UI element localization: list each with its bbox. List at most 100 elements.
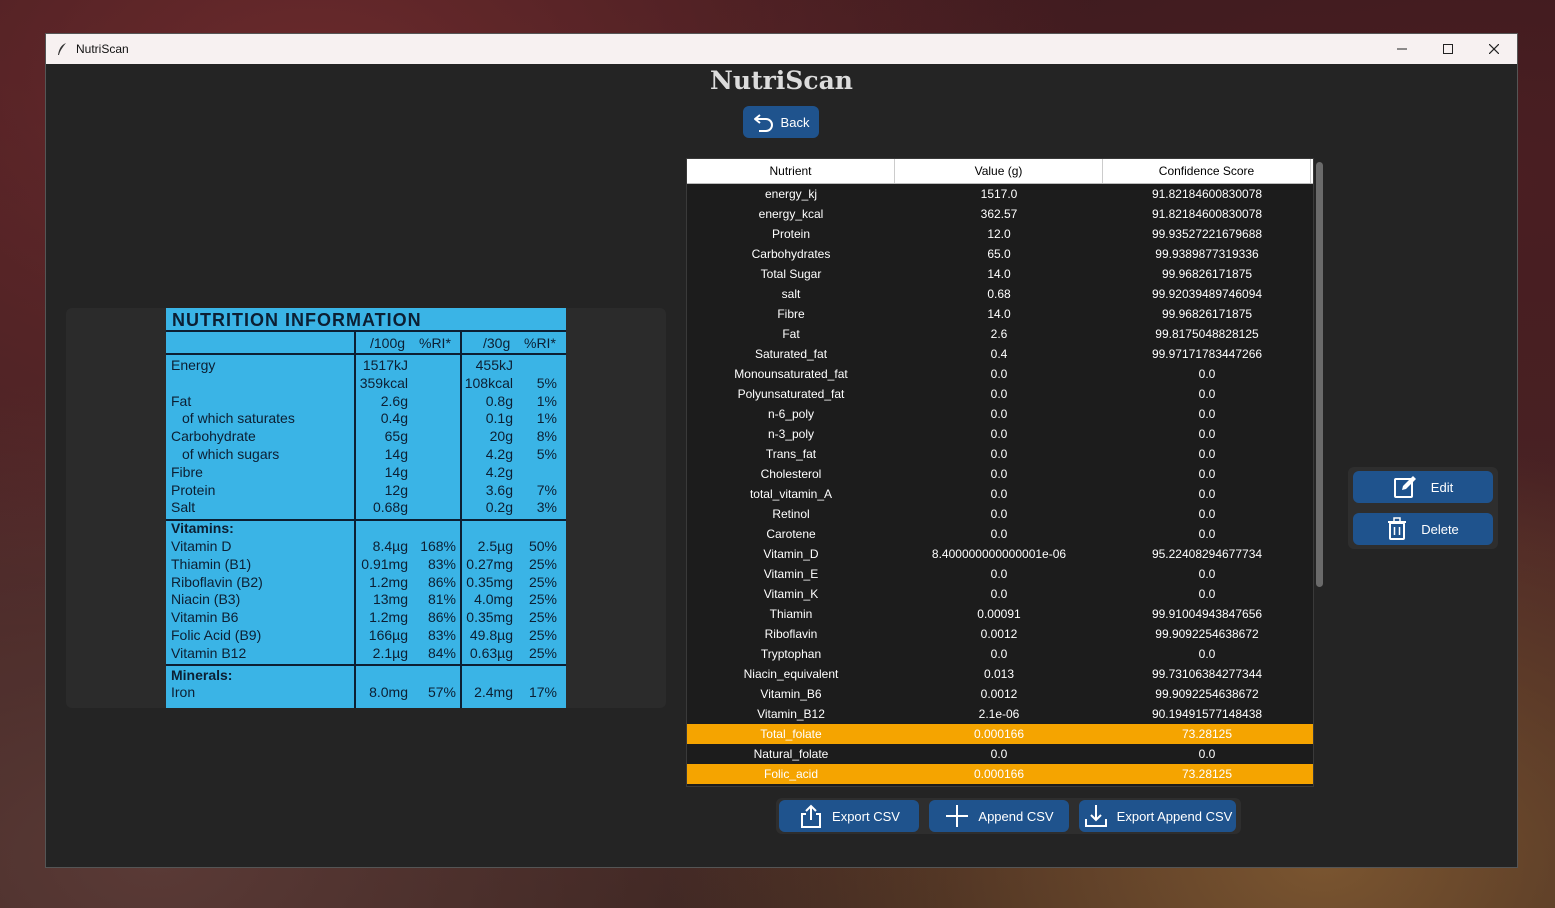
table-row[interactable]: Retinol 0.0 0.0 (687, 504, 1313, 524)
label-header-per100: /100g (370, 335, 406, 351)
cell-value: 14.0 (987, 267, 1011, 281)
label-header-ri100: %RI* (419, 335, 451, 351)
cell-confidence: 0.0 (1198, 527, 1216, 541)
label-per30: 0.8g (485, 392, 513, 409)
cell-nutrient: Vitamin_K (763, 587, 819, 601)
cell-confidence: 99.97171783447266 (1151, 347, 1263, 361)
table-row[interactable]: Folic_acid 0.000166 73.28125 (687, 764, 1313, 784)
cell-value: 0.0 (990, 527, 1008, 541)
label-per30: 0.35mg (466, 609, 513, 626)
export-append-csv-label: Export Append CSV (1116, 808, 1233, 824)
column-header-nutrient[interactable]: Nutrient (687, 159, 895, 183)
label-per100: 8.4µg (372, 538, 408, 554)
table-row[interactable]: Total_folate 0.000166 73.28125 (687, 724, 1313, 744)
table-row[interactable]: total_vitamin_A 0.0 0.0 (687, 484, 1313, 504)
cell-confidence: 99.96826171875 (1161, 307, 1253, 321)
table-row[interactable]: Natural_folate 0.0 0.0 (687, 744, 1313, 764)
maximize-button[interactable] (1425, 34, 1471, 64)
table-row[interactable]: Carotene 0.0 0.0 (687, 524, 1313, 544)
label-name: Iron (171, 684, 196, 701)
cell-value: 362.57 (980, 207, 1018, 221)
table-row[interactable]: salt 0.68 99.92039489746094 (687, 284, 1313, 304)
label-per30: 49.8µg (469, 627, 513, 643)
table-row[interactable]: Vitamin_D 8.400000000000001e-06 95.2240829… (687, 544, 1313, 564)
label-divider (166, 330, 566, 332)
label-name: of which saturates (182, 410, 295, 427)
table-row[interactable]: Tryptophan 0.0 0.0 (687, 644, 1313, 664)
label-per30: 3.6g (485, 481, 513, 498)
label-per100: 14g (384, 463, 408, 480)
table-row[interactable]: Fat 2.6 99.8175048828125 (687, 324, 1313, 344)
table-row[interactable]: Total Sugar 14.0 99.96826171875 (687, 264, 1313, 284)
label-name: Protein (171, 481, 216, 498)
label-name: of which sugars (182, 446, 280, 462)
cell-nutrient: total_vitamin_A (749, 487, 833, 501)
label-name: Niacin (B3) (171, 591, 241, 608)
title-bar[interactable]: NutriScan (46, 34, 1517, 64)
cell-nutrient: Total Sugar (760, 267, 822, 281)
nutrient-table[interactable]: Nutrient Value (g) Confidence Score ener… (686, 158, 1314, 787)
cell-nutrient: Folic_acid (763, 767, 819, 781)
nutrition-label-image: NUTRITION INFORMATION /100g %RI* /30g %R… (166, 308, 566, 708)
table-row[interactable]: Protein 12.0 99.93527221679688 (687, 224, 1313, 244)
table-row[interactable]: Carbohydrates 65.0 99.9389877319336 (687, 244, 1313, 264)
column-header-value[interactable]: Value (g) (895, 159, 1103, 183)
table-row[interactable]: Riboflavin 0.0012 99.9092254638672 (687, 624, 1313, 644)
table-row[interactable]: Fibre 14.0 99.96826171875 (687, 304, 1313, 324)
table-row[interactable]: Niacin_equivalent 0.013 99.73106384277344 (687, 664, 1313, 684)
cell-value: 0.000166 (973, 727, 1025, 741)
table-row[interactable]: Monounsaturated_fat 0.0 0.0 (687, 364, 1313, 384)
cell-nutrient: Polyunsaturated_fat (737, 387, 845, 401)
table-row[interactable]: Saturated_fat 0.4 99.97171783447266 (687, 344, 1313, 364)
cell-value: 14.0 (987, 307, 1011, 321)
table-row[interactable]: Trans_fat 0.0 0.0 (687, 444, 1313, 464)
back-button[interactable]: Back (743, 106, 819, 138)
table-row[interactable]: Vitamin_B6 0.0012 99.9092254638672 (687, 684, 1313, 704)
table-row[interactable]: Vitamin_K 0.0 0.0 (687, 584, 1313, 604)
label-name: Vitamin B6 (171, 609, 239, 626)
table-row[interactable]: n-6_poly 0.0 0.0 (687, 404, 1313, 424)
label-per30: 4.0mg (474, 591, 513, 608)
delete-button[interactable]: Delete (1353, 513, 1493, 545)
label-ri30: 25% (528, 591, 557, 608)
label-per100: 12g (384, 481, 408, 498)
append-csv-button[interactable]: Append CSV (929, 800, 1069, 832)
cell-value: 0.0012 (980, 687, 1018, 701)
cell-nutrient: Cholesterol (760, 467, 822, 481)
label-header-ri30: %RI* (524, 335, 556, 351)
cell-value: 0.0 (990, 487, 1008, 501)
cell-value: 2.6 (990, 327, 1008, 341)
cell-value: 0.0 (990, 387, 1008, 401)
edit-button[interactable]: Edit (1353, 471, 1493, 503)
table-row[interactable]: Vitamin_B12 2.1e-06 90.19491577148438 (687, 704, 1313, 724)
table-row[interactable]: Polyunsaturated_fat 0.0 0.0 (687, 384, 1313, 404)
cell-value: 0.00091 (977, 607, 1021, 621)
minimize-icon (1397, 48, 1407, 50)
cell-nutrient: Total_folate (760, 727, 822, 741)
export-append-csv-button[interactable]: Export Append CSV (1079, 800, 1236, 832)
minimize-button[interactable] (1379, 34, 1425, 64)
cell-confidence: 99.93527221679688 (1151, 227, 1263, 241)
edit-icon (1393, 476, 1416, 498)
table-row[interactable]: Cholesterol 0.0 0.0 (687, 464, 1313, 484)
cell-nutrient: Carbohydrates (751, 247, 831, 261)
table-row[interactable]: energy_kcal 362.57 91.82184600830078 (687, 204, 1313, 224)
label-per100: 1.2mg (369, 609, 408, 626)
scrollbar-thumb[interactable] (1316, 162, 1323, 587)
close-button[interactable] (1471, 34, 1517, 64)
label-ri30: 50% (528, 538, 557, 554)
label-ri100: 86% (427, 609, 456, 626)
cell-value: 65.0 (987, 247, 1011, 261)
label-per30: 0.63µg (469, 644, 513, 661)
column-header-confidence[interactable]: Confidence Score (1103, 159, 1311, 183)
cell-confidence: 73.28125 (1181, 727, 1233, 741)
cell-value: 2.1e-06 (978, 707, 1020, 721)
cell-nutrient: Saturated_fat (754, 347, 828, 361)
cell-confidence: 0.0 (1198, 507, 1216, 521)
table-row[interactable]: Vitamin_E 0.0 0.0 (687, 564, 1313, 584)
table-row[interactable]: energy_kj 1517.0 91.82184600830078 (687, 184, 1313, 204)
label-per30: 2.4mg (474, 684, 513, 701)
export-csv-button[interactable]: Export CSV (779, 800, 919, 832)
table-row[interactable]: n-3_poly 0.0 0.0 (687, 424, 1313, 444)
table-row[interactable]: Thiamin 0.00091 99.91004943847656 (687, 604, 1313, 624)
